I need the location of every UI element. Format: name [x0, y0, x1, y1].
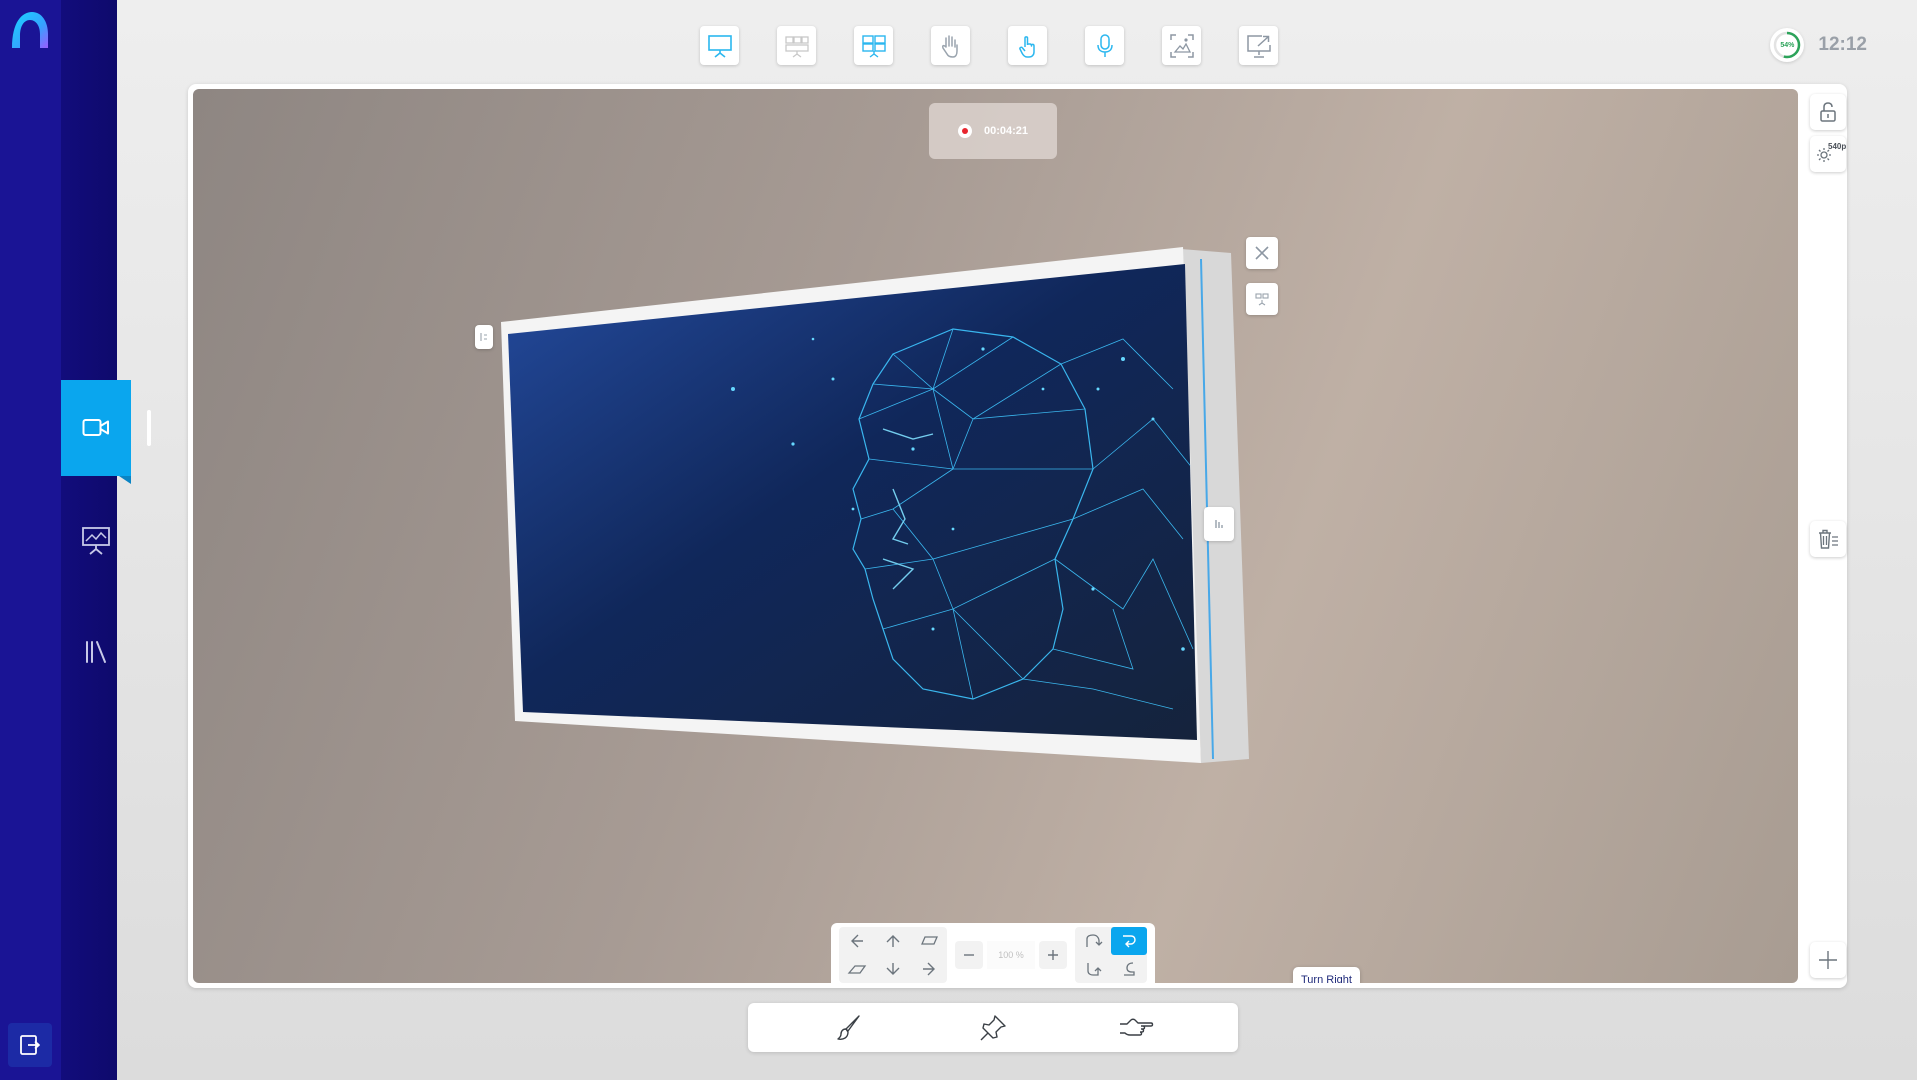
- screen-left-handle[interactable]: [475, 325, 493, 349]
- tool-split-screen-button[interactable]: [854, 26, 893, 65]
- turn-left-icon: [1086, 934, 1103, 947]
- bottom-toolbar: [748, 1003, 1238, 1052]
- screen-layout-button[interactable]: [1246, 283, 1278, 315]
- minus-icon: [964, 954, 974, 956]
- rotate-down-left-button[interactable]: [1075, 955, 1111, 983]
- close-screen-button[interactable]: [1246, 237, 1278, 269]
- brush-icon: [836, 1014, 860, 1040]
- move-down-button[interactable]: [875, 955, 911, 983]
- arrow-down-icon: [886, 963, 900, 975]
- arrow-left-icon: [851, 934, 863, 948]
- rotate-down-left-icon: [1087, 963, 1102, 976]
- viewport-frame: 00:04:21 Turn Right 100 % 540p: [188, 84, 1847, 988]
- sidebar-item-video[interactable]: [61, 380, 131, 484]
- tool-share-screen-button[interactable]: [1239, 26, 1278, 65]
- rotate-controls: [1075, 927, 1147, 983]
- resize-handle-icon: [480, 333, 487, 341]
- battery-percent: 54%: [1780, 41, 1795, 49]
- move-up-button[interactable]: [875, 927, 911, 955]
- presentation-icon: [707, 34, 732, 58]
- sidebar-rail: [0, 0, 61, 1080]
- status-area: 54% 12:12: [1770, 28, 1867, 62]
- recording-time: 00:04:21: [983, 125, 1029, 137]
- brush-tool-button[interactable]: [828, 1008, 872, 1048]
- arrow-right-icon: [923, 962, 935, 976]
- delete-button[interactable]: [1810, 521, 1846, 557]
- turn-right-button[interactable]: [1111, 927, 1147, 955]
- tool-multi-screen-button[interactable]: [777, 26, 816, 65]
- move-right-button[interactable]: [911, 955, 947, 983]
- pin-tool-button[interactable]: [971, 1008, 1015, 1048]
- unlock-icon: [1820, 102, 1836, 122]
- arrow-up-icon: [886, 935, 900, 947]
- sidebar-item-library[interactable]: [61, 604, 131, 700]
- zoom-controls: [955, 941, 1067, 969]
- clock: 12:12: [1818, 34, 1867, 55]
- add-button[interactable]: [1810, 942, 1846, 978]
- scene-viewport[interactable]: 00:04:21 Turn Right: [193, 89, 1798, 983]
- recording-indicator: 00:04:21: [929, 103, 1057, 159]
- turn-left-button[interactable]: [1075, 927, 1111, 955]
- hand-icon: [941, 34, 958, 58]
- sidebar: [0, 0, 131, 1080]
- close-icon: [1255, 246, 1269, 260]
- pin-icon: [980, 1014, 1006, 1040]
- record-dot-icon: [957, 124, 972, 138]
- tool-whiteboard-button[interactable]: [700, 26, 739, 65]
- battery-indicator: 54%: [1770, 28, 1805, 62]
- resolution-label: 540p: [1828, 142, 1847, 151]
- turn-right-icon: [1123, 935, 1136, 948]
- screen-right-handle[interactable]: [1204, 507, 1234, 541]
- tool-capture-button[interactable]: [1162, 26, 1201, 65]
- unlock-button[interactable]: [1810, 94, 1846, 130]
- app-logo[interactable]: [8, 8, 52, 52]
- share-screen-icon: [1246, 34, 1271, 58]
- library-icon: [86, 641, 106, 663]
- video-camera-icon: [82, 419, 109, 436]
- drag-handle-icon: [1215, 520, 1223, 528]
- multi-screen-icon: [784, 35, 809, 58]
- plus-icon: [1819, 951, 1837, 969]
- resolution-settings-button[interactable]: 540p: [1810, 136, 1846, 172]
- tool-microphone-button[interactable]: [1085, 26, 1124, 65]
- tool-touch-button[interactable]: [1008, 26, 1047, 65]
- grid-layout-icon: [1255, 293, 1269, 306]
- split-screen-icon: [861, 34, 886, 58]
- pointer-tool-button[interactable]: [1114, 1008, 1158, 1048]
- exit-button[interactable]: [8, 1023, 52, 1067]
- trash-icon: [1819, 529, 1838, 549]
- touch-pointer-icon: [1018, 35, 1035, 58]
- tilt-forward-button[interactable]: [839, 955, 875, 983]
- move-left-button[interactable]: [839, 927, 875, 955]
- tilt-back-button[interactable]: [911, 927, 947, 955]
- zoom-in-button[interactable]: [1039, 941, 1067, 969]
- sidebar-item-presentation[interactable]: [61, 492, 131, 588]
- top-toolbar: [700, 26, 1278, 66]
- pointing-hand-icon: [1120, 1018, 1154, 1036]
- active-nav-indicator: [147, 410, 151, 446]
- plus-icon: [1048, 950, 1058, 960]
- microphone-icon: [1096, 33, 1113, 57]
- rotate-down-right-icon: [1124, 962, 1135, 976]
- tilt-back-icon: [921, 936, 938, 945]
- tool-hand-gesture-button[interactable]: [931, 26, 970, 65]
- screenshot-icon: [1169, 33, 1194, 58]
- transform-panel: [831, 923, 1155, 983]
- virtual-screen[interactable]: [193, 89, 1798, 983]
- presentation-board-icon: [82, 527, 110, 555]
- rotate-down-right-button[interactable]: [1111, 955, 1147, 983]
- exit-icon: [20, 1035, 40, 1055]
- move-controls: [839, 927, 947, 983]
- zoom-out-button[interactable]: [955, 941, 983, 969]
- turn-right-tooltip: Turn Right: [1293, 967, 1360, 983]
- tilt-forward-icon: [847, 965, 867, 974]
- zoom-value-field[interactable]: [987, 941, 1035, 969]
